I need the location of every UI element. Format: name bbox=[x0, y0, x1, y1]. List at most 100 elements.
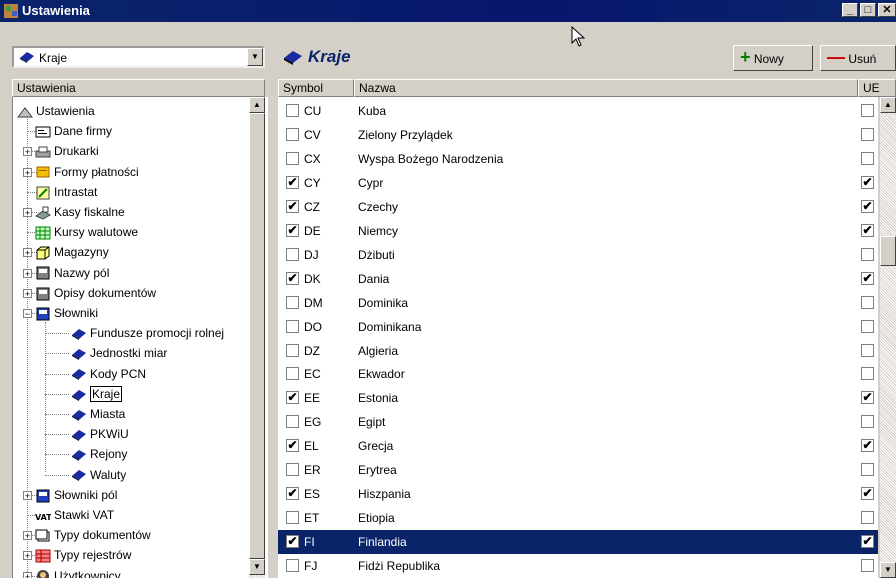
tree-item[interactable]: Kursy walutowe bbox=[35, 222, 138, 242]
row-checkbox[interactable] bbox=[286, 295, 299, 309]
tree-item[interactable]: Jednostki miar bbox=[71, 343, 167, 363]
table-row[interactable]: FJ Fidżi Republika bbox=[278, 554, 878, 578]
row-checkbox[interactable]: ✔ bbox=[286, 199, 299, 213]
row-checkbox[interactable]: ✔ bbox=[286, 223, 299, 237]
table-row[interactable]: ✔ EL Grecja ✔ bbox=[278, 434, 878, 458]
eu-checkbox[interactable] bbox=[861, 104, 874, 117]
tree-expander[interactable]: + bbox=[23, 551, 32, 561]
table-row[interactable]: DJ Dżibuti bbox=[278, 243, 878, 267]
scroll-up-button[interactable]: ▲ bbox=[249, 97, 265, 113]
tree-item[interactable]: Intrastat bbox=[35, 182, 97, 202]
tree-item[interactable]: Kody PCN bbox=[71, 364, 146, 384]
eu-checkbox[interactable] bbox=[861, 367, 874, 381]
tree-expander[interactable]: + bbox=[23, 268, 32, 278]
table-row[interactable]: ✔ FI Finlandia ✔ bbox=[278, 530, 878, 555]
row-checkbox[interactable]: ✔ bbox=[286, 535, 299, 549]
eu-checkbox[interactable]: ✔ bbox=[861, 391, 874, 405]
maximize-button[interactable]: □ bbox=[860, 3, 876, 17]
tree-item[interactable]: Typy rejestrów bbox=[35, 545, 131, 565]
column-header-name[interactable]: Nazwa bbox=[354, 79, 858, 97]
tree-item[interactable]: Słowniki bbox=[35, 303, 98, 323]
row-checkbox[interactable] bbox=[286, 367, 299, 381]
tree-scrollbar[interactable]: ▲ ▼ bbox=[249, 97, 265, 578]
tree-item[interactable]: Typy dokumentów bbox=[35, 525, 151, 545]
table-row[interactable]: ET Etiopia bbox=[278, 506, 878, 530]
table-row[interactable]: ✔ EE Estonia ✔ bbox=[278, 386, 878, 410]
table-row[interactable]: EG Egipt bbox=[278, 410, 878, 434]
tree-expander[interactable]: + bbox=[23, 248, 32, 258]
tree-item[interactable]: Drukarki bbox=[35, 141, 99, 161]
table-row[interactable]: ✔ CY Cypr ✔ bbox=[278, 171, 878, 195]
eu-checkbox[interactable] bbox=[861, 319, 874, 333]
table-row[interactable]: DM Dominika bbox=[278, 291, 878, 315]
eu-checkbox[interactable] bbox=[861, 151, 874, 165]
row-checkbox[interactable] bbox=[286, 463, 299, 477]
eu-checkbox[interactable] bbox=[861, 247, 874, 261]
tree-item[interactable]: Waluty bbox=[71, 465, 126, 485]
row-checkbox[interactable]: ✔ bbox=[286, 439, 299, 453]
tree-item[interactable]: Słowniki pól bbox=[35, 485, 117, 505]
table-row[interactable]: CU Kuba bbox=[278, 99, 878, 123]
close-button[interactable]: ✕ bbox=[878, 3, 896, 17]
table-row[interactable]: DO Dominikana bbox=[278, 315, 878, 339]
tree-item[interactable]: Użytkownicy bbox=[35, 566, 121, 578]
column-header-symbol[interactable]: Symbol bbox=[278, 79, 354, 97]
tree-item[interactable]: Kraje bbox=[71, 384, 123, 404]
eu-checkbox[interactable] bbox=[861, 463, 874, 477]
tree-expander[interactable]: + bbox=[23, 531, 32, 541]
row-checkbox[interactable] bbox=[286, 127, 299, 141]
scroll-down-button[interactable]: ▼ bbox=[249, 559, 265, 575]
tree-item[interactable]: PKWiU bbox=[71, 424, 129, 444]
row-checkbox[interactable]: ✔ bbox=[286, 271, 299, 285]
table-row[interactable]: ✔ CZ Czechy ✔ bbox=[278, 195, 878, 219]
eu-checkbox[interactable]: ✔ bbox=[861, 535, 874, 549]
table-row[interactable]: ER Erytrea bbox=[278, 458, 878, 482]
row-checkbox[interactable] bbox=[286, 511, 299, 525]
eu-checkbox[interactable] bbox=[861, 415, 874, 429]
scroll-down-button[interactable]: ▼ bbox=[880, 562, 896, 578]
table-row[interactable]: CX Wyspa Bożego Narodzenia bbox=[278, 147, 878, 171]
tree-item[interactable]: Rejony bbox=[71, 444, 127, 464]
scroll-up-button[interactable]: ▲ bbox=[880, 97, 896, 113]
tree-expander[interactable]: + bbox=[23, 288, 32, 298]
tree-expander[interactable]: + bbox=[23, 571, 32, 578]
chevron-down-icon[interactable]: ▼ bbox=[247, 48, 263, 66]
eu-checkbox[interactable] bbox=[861, 127, 874, 141]
table-row[interactable]: CV Zielony Przylądek bbox=[278, 123, 878, 147]
tree-item[interactable]: Nazwy pól bbox=[35, 263, 109, 283]
splitter[interactable] bbox=[268, 43, 278, 578]
table-row[interactable]: EC Ekwador bbox=[278, 362, 878, 386]
eu-checkbox[interactable]: ✔ bbox=[861, 175, 874, 189]
table-row[interactable]: ✔ DK Dania ✔ bbox=[278, 267, 878, 291]
eu-checkbox[interactable]: ✔ bbox=[861, 199, 874, 213]
tree-item[interactable]: Miasta bbox=[71, 404, 125, 424]
minimize-button[interactable]: _ bbox=[842, 3, 858, 17]
row-checkbox[interactable] bbox=[286, 151, 299, 165]
tree-item[interactable]: Fundusze promocji rolnej bbox=[71, 323, 224, 343]
tree-item[interactable]: Ustawienia bbox=[17, 101, 95, 121]
new-button[interactable]: + Nowy bbox=[733, 45, 813, 71]
row-checkbox[interactable]: ✔ bbox=[286, 175, 299, 189]
dictionary-combo[interactable]: Kraje ▼ bbox=[12, 46, 265, 68]
row-checkbox[interactable] bbox=[286, 559, 299, 573]
grid-scrollbar[interactable]: ▲ ▼ bbox=[880, 97, 896, 578]
table-row[interactable]: ✔ ES Hiszpania ✔ bbox=[278, 482, 878, 506]
tree-expander[interactable]: − bbox=[23, 309, 32, 319]
tree-expander[interactable]: + bbox=[23, 147, 32, 157]
row-checkbox[interactable]: ✔ bbox=[286, 487, 299, 501]
row-checkbox[interactable] bbox=[286, 415, 299, 429]
tree-expander[interactable]: + bbox=[23, 208, 32, 218]
tree-expander[interactable]: + bbox=[23, 167, 32, 177]
tree-item[interactable]: Formy płatności bbox=[35, 162, 139, 182]
row-checkbox[interactable] bbox=[286, 343, 299, 357]
eu-checkbox[interactable] bbox=[861, 343, 874, 357]
column-header-eu[interactable]: UE bbox=[858, 79, 896, 97]
eu-checkbox[interactable]: ✔ bbox=[861, 271, 874, 285]
eu-checkbox[interactable]: ✔ bbox=[861, 439, 874, 453]
tree-item[interactable]: Opisy dokumentów bbox=[35, 283, 156, 303]
eu-checkbox[interactable] bbox=[861, 511, 874, 525]
tree-item[interactable]: Dane firmy bbox=[35, 121, 112, 141]
row-checkbox[interactable] bbox=[286, 319, 299, 333]
row-checkbox[interactable] bbox=[286, 104, 299, 117]
eu-checkbox[interactable] bbox=[861, 559, 874, 573]
